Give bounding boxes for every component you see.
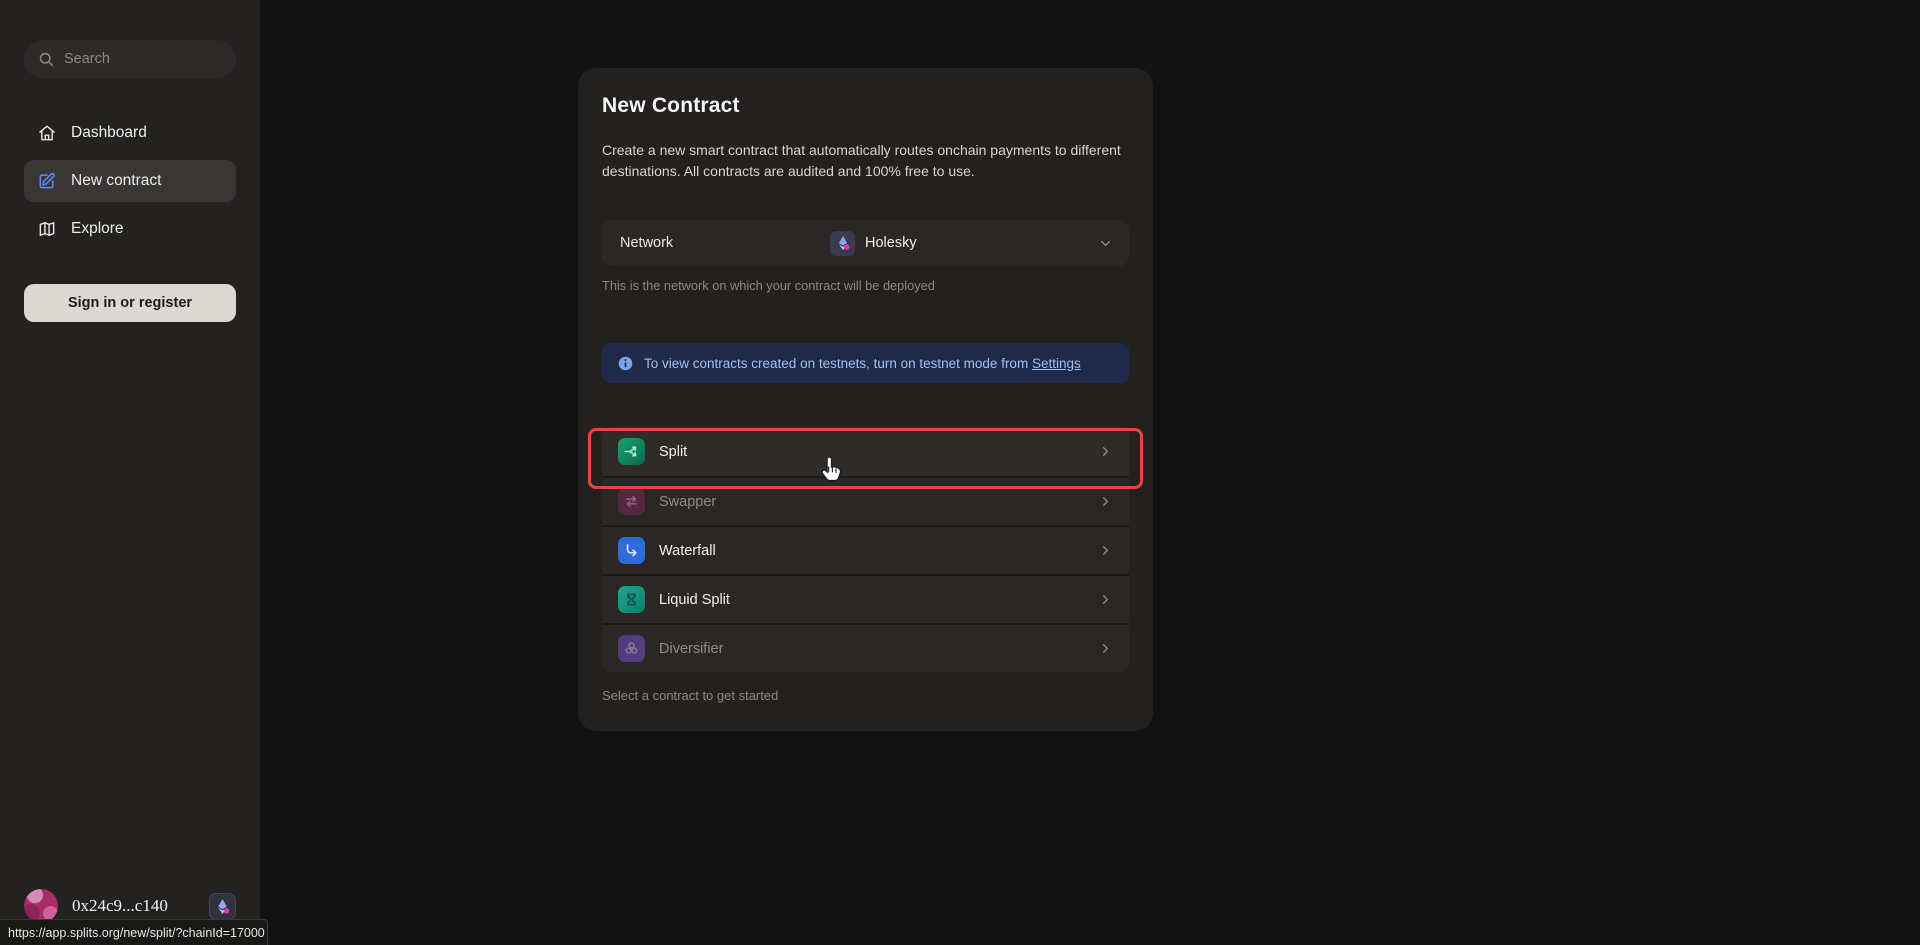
pencil-icon [36,171,57,192]
contract-option-swapper[interactable]: Swapper [602,476,1129,525]
sidebar: Dashboard New contract Explore Sign in o… [0,0,260,945]
network-helper-text: This is the network on which your contra… [602,278,1129,293]
page-title: New Contract [602,94,1129,118]
swap-icon [618,488,645,515]
network-label: Network [620,235,673,251]
contract-option-liquid-split[interactable]: Liquid Split [602,574,1129,623]
modal-description: Create a new smart contract that automat… [602,140,1127,182]
chevron-right-icon [1098,641,1113,656]
contract-option-label: Liquid Split [659,592,730,608]
contract-option-split[interactable]: Split [602,427,1129,476]
contract-option-diversifier[interactable]: Diversifier [602,623,1129,672]
testnet-info-banner: To view contracts created on testnets, t… [602,343,1129,383]
avatar[interactable] [24,889,58,923]
home-icon [36,123,57,144]
ethereum-icon [213,897,232,916]
chevron-right-icon [1098,543,1113,558]
contract-option-label: Diversifier [659,641,723,657]
contract-option-label: Split [659,444,687,460]
chain-badge[interactable] [209,893,236,920]
chevron-right-icon [1098,494,1113,509]
network-select[interactable]: Network Holesky [602,220,1129,266]
network-value-label: Holesky [865,235,917,251]
contract-option-label: Swapper [659,494,716,510]
search-input[interactable] [64,51,222,67]
network-value: Holesky [830,231,917,256]
diversifier-icon [618,635,645,662]
banner-text: To view contracts created on testnets, t… [644,356,1081,371]
sidebar-nav: Dashboard New contract Explore [0,112,260,250]
status-url: https://app.splits.org/new/split/?chainI… [8,926,265,940]
chevron-right-icon [1098,592,1113,607]
chevron-right-icon [1098,444,1113,459]
contract-option-waterfall[interactable]: Waterfall [602,525,1129,574]
liquid-split-icon [618,586,645,613]
settings-link[interactable]: Settings [1032,356,1081,371]
sidebar-item-label: New contract [71,172,161,190]
sign-in-button[interactable]: Sign in or register [24,284,236,322]
split-icon [618,438,645,465]
link-status-bar: https://app.splits.org/new/split/?chainI… [0,919,268,945]
sidebar-item-dashboard[interactable]: Dashboard [24,112,236,154]
sidebar-item-label: Dashboard [71,124,147,142]
sidebar-item-label: Explore [71,220,124,238]
info-icon [617,355,634,372]
holesky-ethereum-icon [830,231,855,256]
contract-type-list: Split Swapper Waterfall [602,427,1129,672]
chevron-down-icon [1098,236,1113,251]
wallet-address: 0x24c9...c140 [72,896,195,916]
select-contract-hint: Select a contract to get started [602,688,1129,703]
map-icon [36,219,57,240]
waterfall-icon [618,537,645,564]
search-icon [38,51,55,68]
new-contract-modal: New Contract Create a new smart contract… [578,68,1153,731]
sidebar-item-new-contract[interactable]: New contract [24,160,236,202]
contract-option-label: Waterfall [659,543,716,559]
search-bar[interactable] [24,40,236,78]
sidebar-item-explore[interactable]: Explore [24,208,236,250]
